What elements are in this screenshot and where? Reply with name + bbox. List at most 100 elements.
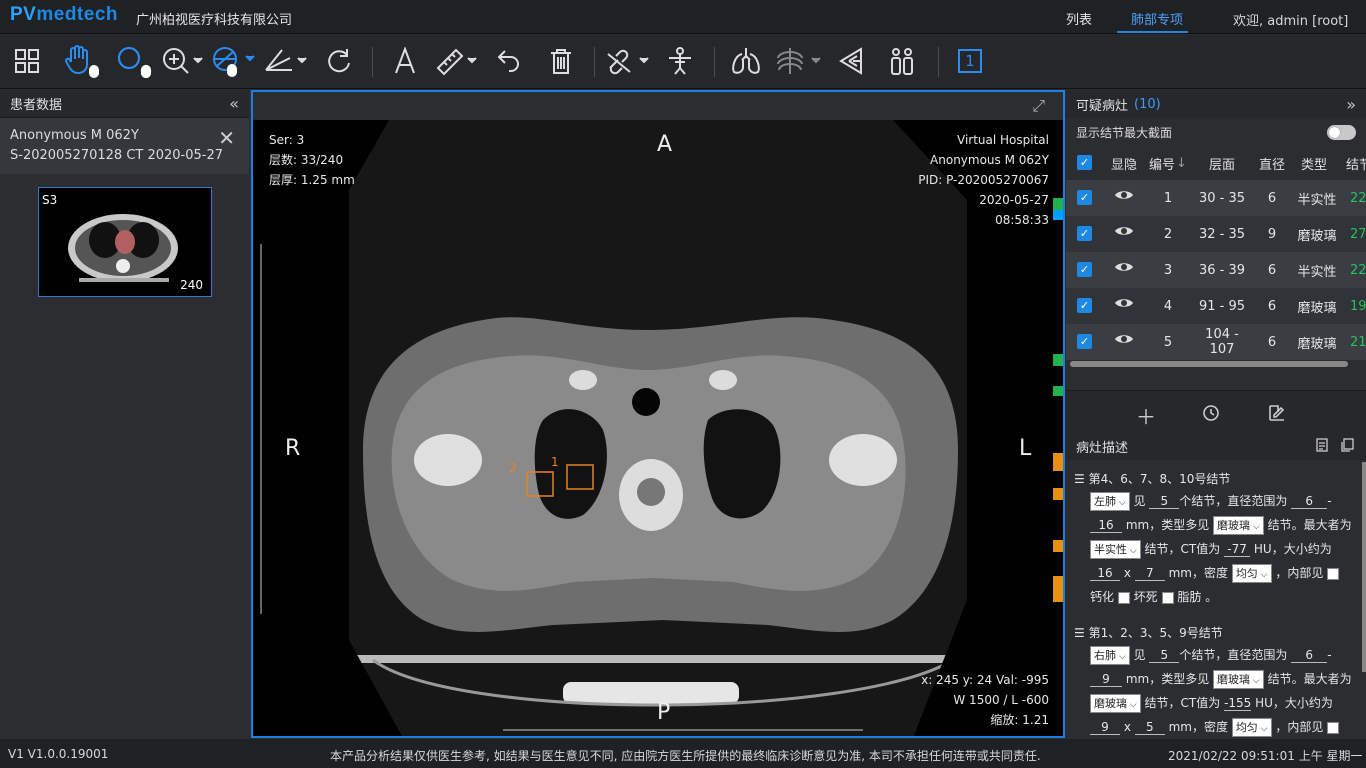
count-field[interactable]: 5	[1149, 648, 1180, 663]
edit-icon[interactable]	[1268, 404, 1286, 426]
row-checkbox[interactable]: ✓	[1077, 262, 1092, 277]
compare-icon[interactable]	[886, 43, 918, 79]
window-level-icon[interactable]	[114, 43, 154, 79]
window-level-readout: W 1500 / L -600	[953, 693, 1049, 707]
diameter-min-field[interactable]: 6	[1291, 648, 1328, 663]
series-thumbnail[interactable]: S3 240	[38, 187, 212, 297]
density-select[interactable]: 均匀	[1231, 718, 1272, 737]
table-horizontal-scrollbar[interactable]	[1070, 361, 1348, 367]
density-select[interactable]: 均匀	[1231, 564, 1272, 583]
delete-icon[interactable]	[546, 43, 576, 79]
diameter-min-field[interactable]: 6	[1291, 494, 1328, 509]
document-icon[interactable]	[1316, 438, 1328, 456]
undo-icon[interactable]	[494, 43, 524, 79]
angle-measure-icon[interactable]	[262, 43, 310, 79]
body-position-icon[interactable]	[664, 43, 696, 79]
nav-active-indicator	[1117, 31, 1188, 33]
nodule-label-2: 2	[509, 461, 517, 475]
max-type-select[interactable]: 磨玻璃	[1090, 694, 1141, 713]
sort-down-icon[interactable]: ↓	[1176, 156, 1187, 171]
text-calcification: 钙化	[1090, 590, 1115, 604]
table-row[interactable]: ✓ 3 36 - 39 6 半实性 22	[1066, 252, 1366, 288]
size-width-field[interactable]: 16	[1090, 566, 1120, 581]
text-annotation-icon[interactable]	[390, 43, 420, 79]
grid-layout-icon[interactable]	[12, 43, 42, 79]
rotate-icon[interactable]	[324, 43, 354, 79]
side-select[interactable]: 左肺	[1090, 492, 1130, 511]
disclaimer-text: 本产品分析结果仅供医生参考, 如结果与医生意见不同, 应由院方医生所提供的最终临…	[330, 749, 1041, 763]
row-number: 4	[1163, 298, 1173, 314]
row-checkbox[interactable]: ✓	[1077, 226, 1092, 241]
eye-icon[interactable]	[1110, 260, 1138, 278]
row-checkbox[interactable]: ✓	[1077, 334, 1092, 349]
calcification-checkbox[interactable]	[1327, 721, 1340, 734]
table-row[interactable]: ✓ 4 91 - 95 6 磨玻璃 19	[1066, 288, 1366, 324]
eye-icon[interactable]	[1110, 296, 1138, 314]
collapse-left-icon[interactable]: «	[229, 94, 239, 113]
max-section-toggle-row: 显示结节最大截面	[1066, 118, 1366, 146]
add-icon[interactable]: ＋	[1136, 401, 1156, 430]
menu-icon[interactable]: ☰	[1074, 472, 1085, 486]
row-extra: 21	[1350, 334, 1366, 350]
slice-number-icon[interactable]: 1	[956, 43, 984, 79]
menu-icon[interactable]: ☰	[1074, 626, 1085, 640]
row-checkbox[interactable]: ✓	[1077, 298, 1092, 313]
description-scrollbar[interactable]	[1362, 462, 1366, 672]
common-type-select[interactable]: 磨玻璃	[1213, 670, 1264, 689]
slice-number-label: 1	[958, 49, 982, 73]
calcification-checkbox[interactable]	[1327, 567, 1340, 580]
link-icon[interactable]	[604, 43, 652, 79]
fat-checkbox[interactable]	[1161, 591, 1174, 604]
nav-tab-lung[interactable]: 肺部专项	[1131, 9, 1183, 28]
row-checkbox[interactable]: ✓	[1077, 190, 1092, 205]
max-type-select[interactable]: 半实性	[1090, 540, 1141, 559]
eye-icon[interactable]	[1110, 188, 1138, 206]
max-section-switch[interactable]	[1327, 125, 1356, 140]
lung-icon[interactable]	[728, 43, 764, 79]
ct-field[interactable]: -77	[1224, 542, 1251, 557]
expand-icon[interactable]: ⤢	[1032, 96, 1045, 116]
image-viewer[interactable]: ⤢ 1 2 Ser: 3 层数: 33/240 层厚: 1.25 mm Virt…	[251, 90, 1065, 738]
hand-pan-icon[interactable]	[62, 43, 102, 79]
table-row[interactable]: ✓ 1 30 - 35 6 半实性 22	[1066, 180, 1366, 216]
diameter-max-field[interactable]: 9	[1090, 672, 1122, 687]
lesion-panel: 可疑病灶 (10) » 显示结节最大截面 ✓ 显隐 编号 ↓ 层面 直径 类型 …	[1066, 90, 1366, 739]
lesion-panel-header: 可疑病灶 (10) »	[1066, 90, 1366, 118]
row-type: 磨玻璃	[1297, 336, 1337, 352]
ruler-icon[interactable]	[434, 43, 482, 79]
necrosis-checkbox[interactable]	[1117, 591, 1130, 604]
size-height-field[interactable]: 5	[1134, 720, 1165, 735]
select-all-checkbox[interactable]: ✓	[1077, 155, 1092, 170]
zoom-icon[interactable]	[160, 43, 206, 79]
side-select[interactable]: 右肺	[1090, 646, 1130, 665]
ct-field[interactable]: -155	[1224, 696, 1252, 711]
patient-study-line: S-202005270128 CT 2020-05-27	[10, 148, 224, 163]
volume-render-icon[interactable]	[836, 43, 866, 79]
eye-icon[interactable]	[1110, 332, 1138, 350]
size-height-field[interactable]: 7	[1134, 566, 1165, 581]
patient-card[interactable]: Anonymous M 062Y S-202005270128 CT 2020-…	[0, 118, 249, 174]
nodule-label-1: 1	[551, 455, 559, 469]
row-number: 2	[1163, 226, 1173, 242]
nav-tab-list[interactable]: 列表	[1066, 9, 1092, 28]
collapse-right-icon[interactable]: »	[1346, 95, 1356, 114]
copy-icon[interactable]	[1340, 438, 1354, 456]
size-width-field[interactable]: 9	[1090, 720, 1120, 735]
user-menu[interactable]: 欢迎, admin [root]	[1233, 10, 1348, 29]
close-icon[interactable]: ✕	[218, 126, 235, 150]
overlay-bottom-right: x: 245 y: 24 Val: -995 W 1500 / L -600 缩…	[921, 670, 1049, 730]
row-diameter: 9	[1267, 226, 1277, 242]
col-number[interactable]: 编号	[1144, 154, 1180, 173]
rib-icon[interactable]	[774, 43, 824, 79]
diameter-max-field[interactable]: 16	[1090, 518, 1122, 533]
text-period: 。	[1205, 590, 1218, 604]
common-type-select[interactable]: 磨玻璃	[1213, 516, 1264, 535]
table-row[interactable]: ✓ 5 104 - 107 6 磨玻璃 21	[1066, 324, 1366, 360]
count-field[interactable]: 5	[1149, 494, 1180, 509]
text-dash: -	[1327, 648, 1332, 662]
crosshair-icon[interactable]	[210, 43, 258, 79]
text-nodule-max: 结节。最大者为	[1267, 518, 1352, 532]
eye-icon[interactable]	[1110, 224, 1138, 242]
table-row[interactable]: ✓ 2 32 - 35 9 磨玻璃 27	[1066, 216, 1366, 252]
history-icon[interactable]	[1202, 404, 1220, 426]
